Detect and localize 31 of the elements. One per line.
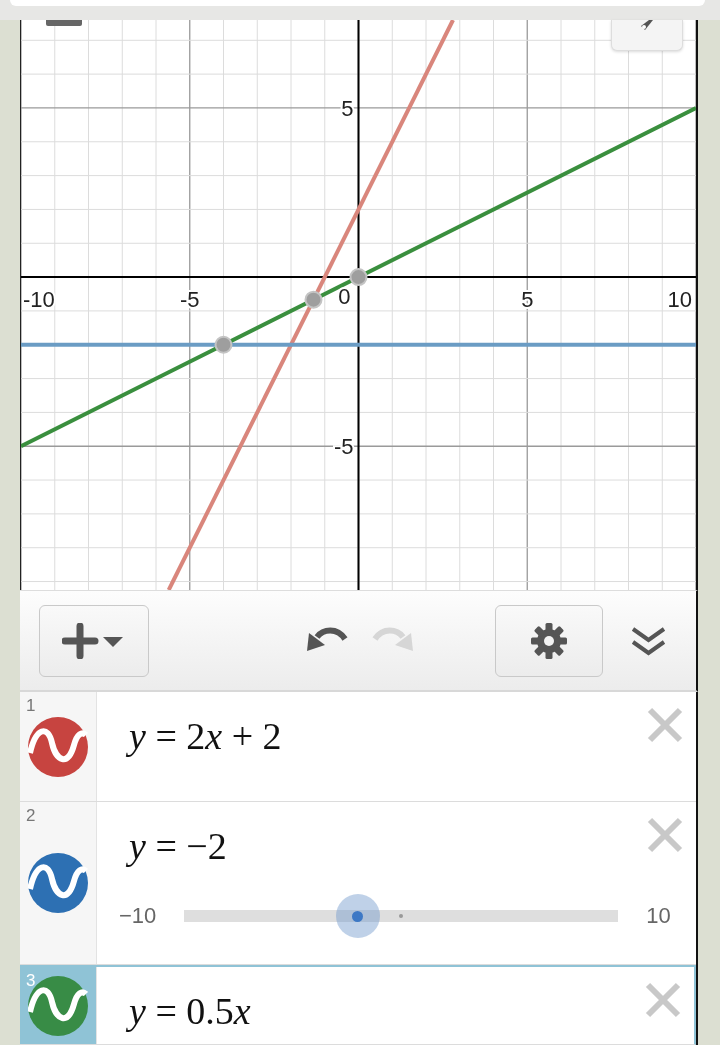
tick-label: -10 <box>23 287 55 313</box>
wave-icon[interactable] <box>28 853 88 914</box>
settings-icon <box>530 621 568 660</box>
expression-number: 1 <box>26 696 36 716</box>
graph-line[interactable] <box>21 342 696 347</box>
intersection-point[interactable] <box>214 335 233 354</box>
pencil-icon <box>639 20 655 32</box>
graph-line[interactable] <box>166 20 455 590</box>
tick-label: 10 <box>667 287 692 313</box>
wave-icon[interactable] <box>28 716 88 777</box>
expression-row[interactable]: 2 y = −2 −10 10 <box>20 802 696 966</box>
settings-button[interactable] <box>495 604 603 677</box>
expression-number: 3 <box>26 971 36 992</box>
wave-icon[interactable] <box>28 975 88 1036</box>
expression-number: 2 <box>26 806 36 827</box>
tick-label: 5 <box>521 287 534 313</box>
slider-max: 10 <box>646 903 671 930</box>
expression-row[interactable]: 3 y = 0.5x <box>20 965 696 1045</box>
intersection-point[interactable] <box>349 268 368 287</box>
zero-mark <box>399 914 404 919</box>
tick-label: -5 <box>333 434 354 460</box>
tick-label: 0 <box>338 284 351 310</box>
collapse-icon[interactable] <box>630 625 667 656</box>
plus-caret-icon <box>62 622 126 659</box>
tick-label: 5 <box>341 95 354 121</box>
add-item-button[interactable] <box>39 604 149 677</box>
expression-row[interactable]: 1 y = 2x + 2 <box>20 692 696 803</box>
intersection-point[interactable] <box>304 290 323 309</box>
graph-chart[interactable]: -10 -5 0 5 10 -5 5 <box>21 20 696 590</box>
tick-label: -5 <box>179 287 200 313</box>
slider-min: −10 <box>119 903 157 930</box>
